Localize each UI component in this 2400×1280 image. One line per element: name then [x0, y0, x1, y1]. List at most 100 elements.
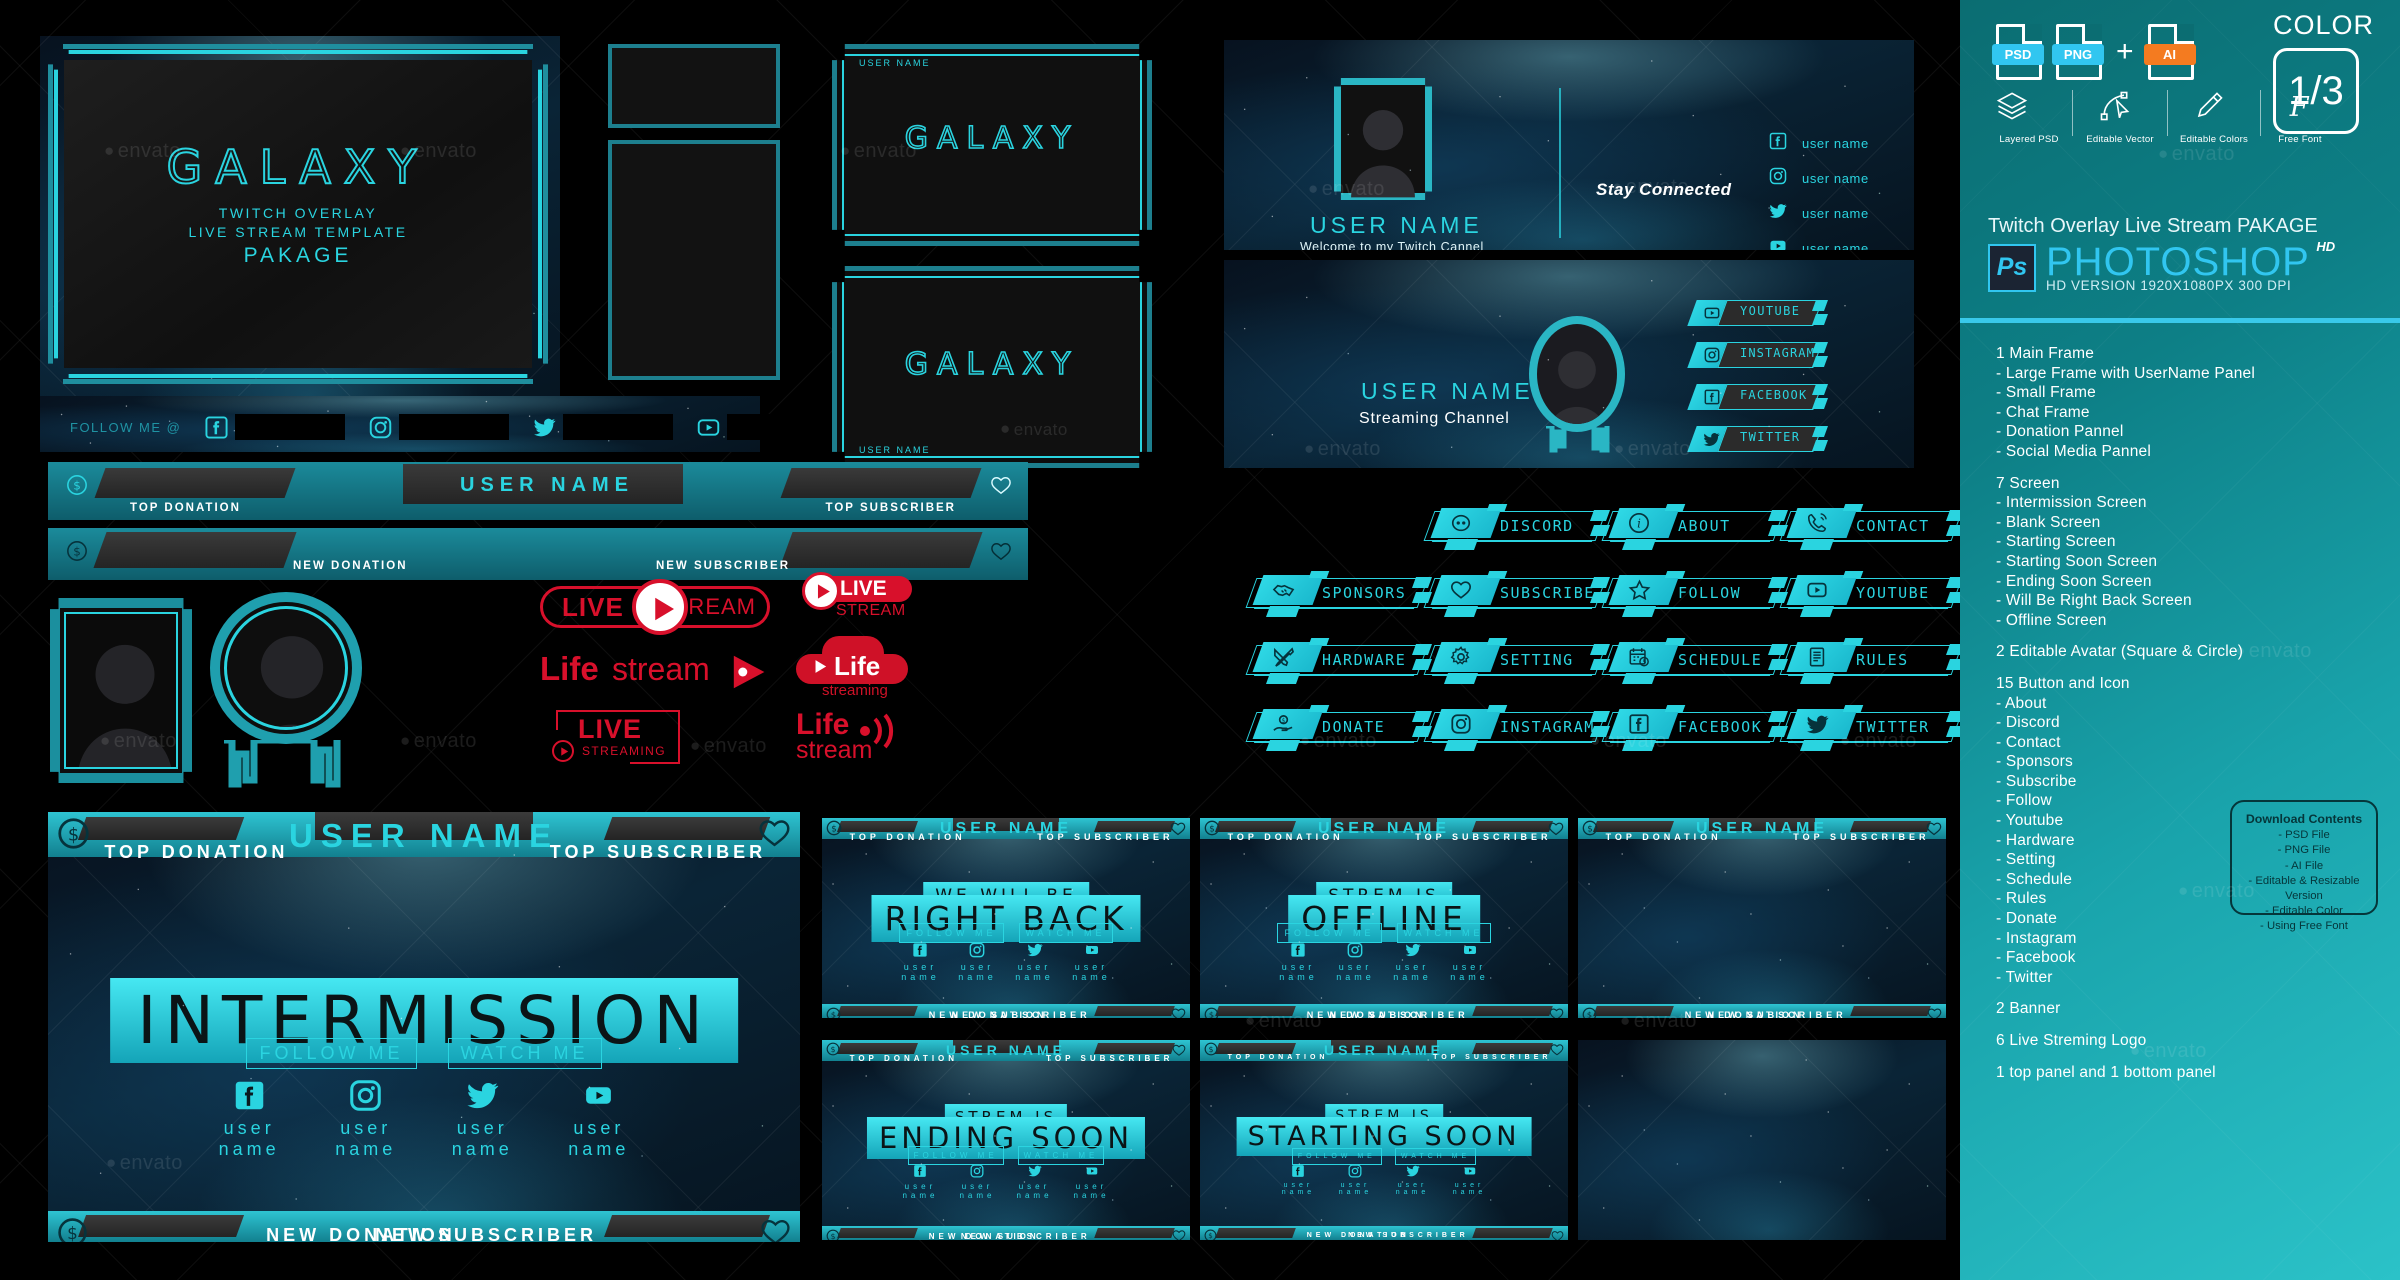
button-schedule[interactable]: SCHEDULE [1601, 638, 1789, 684]
facebook-icon[interactable] [912, 942, 928, 958]
screen-social-item[interactable]: user name [1384, 1164, 1441, 1196]
follow-bar-item[interactable] [697, 414, 838, 440]
new-donation-value-field[interactable] [1214, 1005, 1296, 1016]
button-about[interactable]: i ABOUT [1601, 504, 1789, 550]
watch-me-button[interactable]: WATCH ME [1394, 1148, 1477, 1165]
instagram-icon[interactable] [1769, 167, 1792, 190]
youtube-name-field[interactable] [727, 414, 838, 440]
instagram-icon[interactable] [969, 942, 985, 958]
watch-me-button[interactable]: WATCH ME [1017, 1146, 1105, 1165]
twitter-icon[interactable] [1769, 202, 1792, 225]
instagram-name-field[interactable] [399, 414, 510, 440]
facebook-icon[interactable] [1290, 942, 1306, 958]
social-row[interactable]: user name [1769, 231, 1869, 250]
new-subscriber-value-field[interactable] [604, 1214, 771, 1238]
new-donation-value-field[interactable] [836, 1005, 918, 1016]
watch-me-button[interactable]: WATCH ME [1018, 923, 1113, 943]
new-donation-value-field[interactable] [77, 1214, 244, 1238]
follow-bar-item[interactable] [369, 414, 510, 440]
youtube-icon[interactable] [1463, 1164, 1477, 1178]
social-row[interactable]: user name [1769, 126, 1869, 161]
screen-social-item[interactable]: user name [1384, 942, 1441, 982]
new-subscriber-value-field[interactable] [1094, 1227, 1176, 1238]
new-subscriber-value-field[interactable] [1094, 1005, 1176, 1016]
instagram-icon[interactable] [1348, 1164, 1362, 1178]
screen-social-item[interactable]: user name [1441, 942, 1498, 982]
screen-social-item[interactable]: user name [307, 1079, 424, 1160]
screen-social-item[interactable]: user name [949, 942, 1006, 982]
screen-social-item[interactable]: user name [424, 1079, 541, 1160]
facebook-icon[interactable] [1291, 1164, 1305, 1178]
screen-social-item[interactable]: user name [1063, 1164, 1120, 1200]
follow-me-button[interactable]: FOLLOW ME [899, 923, 1004, 943]
new-donation-value-field[interactable] [836, 1227, 918, 1238]
screen-social-item[interactable]: user name [1327, 942, 1384, 982]
screen-social-item[interactable]: user name [1270, 942, 1327, 982]
screen-social-item[interactable]: user name [1441, 1164, 1498, 1196]
button-follow[interactable]: FOLLOW [1601, 571, 1789, 617]
youtube-icon[interactable] [1085, 1164, 1099, 1178]
screen-social-item[interactable]: user name [541, 1079, 658, 1160]
facebook-icon[interactable] [913, 1164, 927, 1178]
twitter-icon[interactable] [533, 416, 556, 439]
new-donation-value-field[interactable] [1592, 1005, 1674, 1016]
button-twitter[interactable]: TWITTER [1779, 705, 1960, 751]
watch-me-button[interactable]: WATCH ME [447, 1037, 602, 1069]
screen-social-item[interactable]: user name [1006, 942, 1063, 982]
follow-me-button[interactable]: FOLLOW ME [246, 1037, 417, 1069]
instagram-icon[interactable] [369, 416, 392, 439]
facebook-icon[interactable] [233, 1079, 266, 1112]
button-hardware[interactable]: HARDWARE [1245, 638, 1433, 684]
social-row[interactable]: user name [1769, 161, 1869, 196]
youtube-icon[interactable] [697, 416, 720, 439]
channel-button[interactable]: FACEBOOK [1687, 384, 1829, 412]
twitter-icon[interactable] [1406, 1164, 1420, 1178]
twitter-icon[interactable] [1405, 942, 1421, 958]
button-subscribe[interactable]: SUBSCRIBE [1423, 571, 1611, 617]
button-contact[interactable]: CONTACT [1779, 504, 1960, 550]
button-sponsors[interactable]: SPONSORS [1245, 571, 1433, 617]
twitter-icon[interactable] [1027, 942, 1043, 958]
new-donation-value-field[interactable] [1214, 1227, 1296, 1238]
new-subscriber-value-field[interactable] [779, 532, 983, 568]
youtube-icon[interactable] [1462, 942, 1478, 958]
watch-me-button[interactable]: WATCH ME [1396, 923, 1491, 943]
screen-social-item[interactable]: user name [1063, 942, 1120, 982]
screen-social-item[interactable]: user name [1327, 1164, 1384, 1196]
top-donation-value-field[interactable] [94, 468, 296, 498]
twitter-name-field[interactable] [563, 414, 674, 440]
screen-social-item[interactable]: user name [892, 942, 949, 982]
facebook-name-field[interactable] [235, 414, 346, 440]
instagram-icon[interactable] [1347, 942, 1363, 958]
follow-bar-item[interactable] [533, 414, 674, 440]
screen-social-item[interactable]: user name [1006, 1164, 1063, 1200]
instagram-icon[interactable] [970, 1164, 984, 1178]
button-rules[interactable]: RULES [1779, 638, 1960, 684]
button-setting[interactable]: SETTING [1423, 638, 1611, 684]
screen-social-item[interactable]: user name [1270, 1164, 1327, 1196]
screen-social-item[interactable]: user name [191, 1079, 308, 1160]
follow-me-button[interactable]: FOLLOW ME [1277, 923, 1382, 943]
follow-me-button[interactable]: FOLLOW ME [1291, 1148, 1382, 1165]
youtube-icon[interactable] [1769, 237, 1792, 250]
social-row[interactable]: user name [1769, 196, 1869, 231]
screen-social-item[interactable]: user name [949, 1164, 1006, 1200]
youtube-icon[interactable] [1084, 942, 1100, 958]
button-facebook[interactable]: FACEBOOK [1601, 705, 1789, 751]
facebook-icon[interactable] [1769, 132, 1792, 155]
follow-me-button[interactable]: FOLLOW ME [907, 1146, 1004, 1165]
new-subscriber-value-field[interactable] [1850, 1005, 1932, 1016]
top-subscriber-value-field[interactable] [780, 468, 982, 498]
button-youtube[interactable]: YOUTUBE [1779, 571, 1960, 617]
screen-social-item[interactable]: user name [892, 1164, 949, 1200]
new-donation-value-field[interactable] [93, 532, 297, 568]
twitter-icon[interactable] [1028, 1164, 1042, 1178]
new-subscriber-value-field[interactable] [1472, 1005, 1554, 1016]
twitter-icon[interactable] [466, 1079, 499, 1112]
button-discord[interactable]: DISCORD [1423, 504, 1611, 550]
button-donate[interactable]: $ DONATE [1245, 705, 1433, 751]
channel-button[interactable]: YOUTUBE [1687, 300, 1829, 328]
new-subscriber-value-field[interactable] [1472, 1227, 1554, 1238]
instagram-icon[interactable] [349, 1079, 382, 1112]
youtube-icon[interactable] [582, 1079, 615, 1112]
